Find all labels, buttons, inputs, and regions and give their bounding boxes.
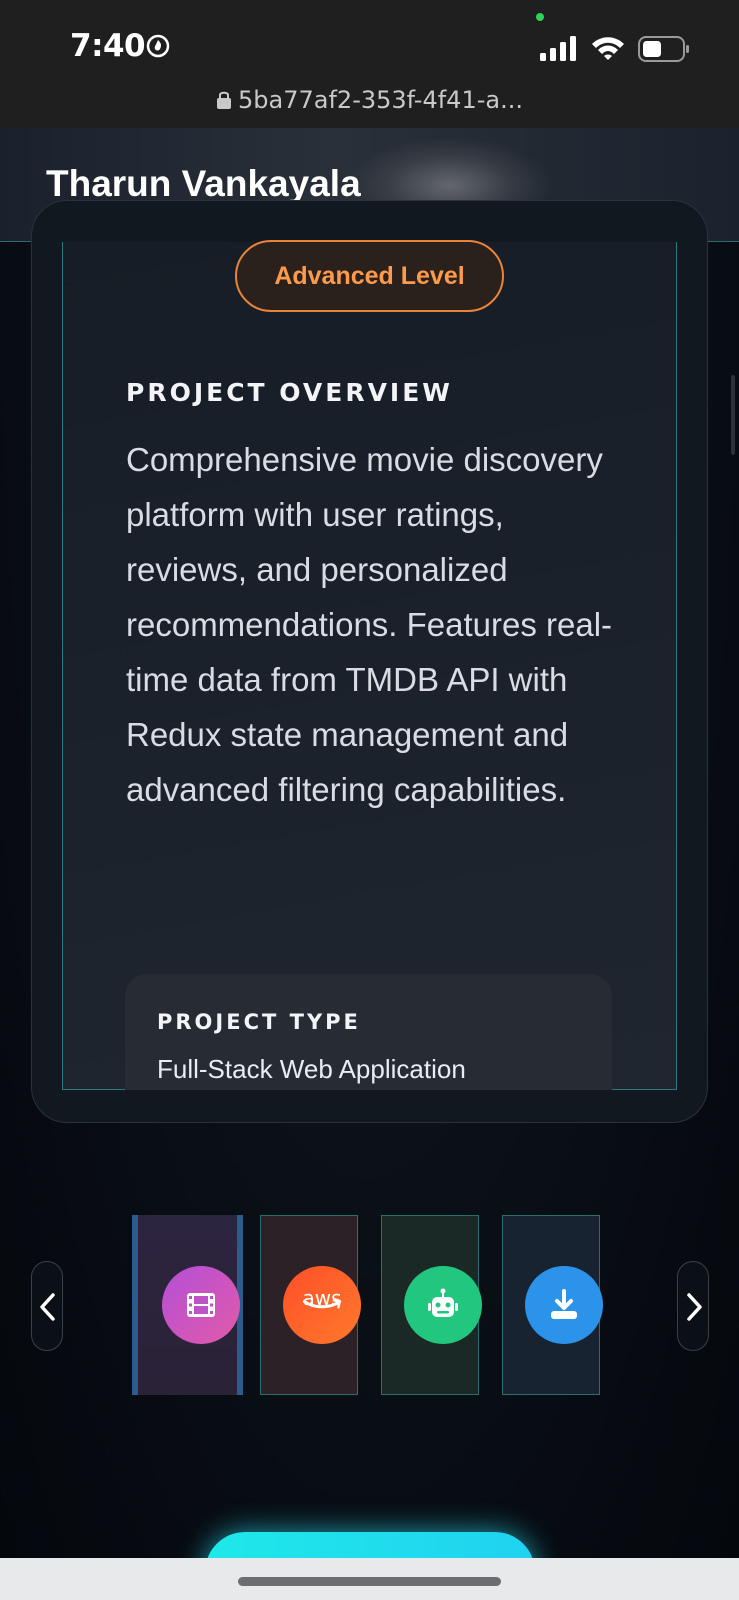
carousel-prev-button[interactable] [31, 1261, 63, 1351]
level-badge: Advanced Level [235, 240, 504, 312]
url-text: 5ba77af2-353f-4f41-a... [238, 86, 523, 114]
carousel-next-button[interactable] [677, 1261, 709, 1351]
thumbnail-aws-project[interactable]: aws [260, 1215, 361, 1395]
thumbnail-download-project[interactable] [502, 1215, 603, 1395]
focus-flame-icon [146, 34, 170, 58]
battery-icon [638, 36, 689, 62]
wifi-icon [592, 37, 624, 60]
thumbnail-movie-project[interactable] [132, 1215, 243, 1395]
thumbnail-ai-project[interactable] [381, 1215, 482, 1395]
home-indicator[interactable] [238, 1577, 501, 1586]
url-bar[interactable]: 5ba77af2-353f-4f41-a... [0, 86, 739, 114]
lock-icon [217, 91, 232, 109]
robot-icon [404, 1266, 482, 1344]
aws-icon: aws [283, 1266, 361, 1344]
page-title[interactable]: Tharun Vankayala [46, 163, 361, 205]
scrollbar[interactable] [731, 375, 735, 455]
project-type-heading: PROJECT TYPE [157, 1010, 361, 1034]
overview-heading: PROJECT OVERVIEW [126, 378, 453, 407]
camera-indicator-dot [536, 13, 544, 21]
download-icon [525, 1266, 603, 1344]
clock: 7:40 [70, 28, 146, 64]
project-type-value: Full-Stack Web Application [157, 1054, 466, 1084]
chevron-left-icon [40, 1293, 55, 1321]
cellular-signal-icon [540, 36, 576, 61]
project-type-box: PROJECT TYPE Full-Stack Web Application [125, 974, 612, 1090]
chevron-right-icon [687, 1293, 702, 1321]
overview-text: Comprehensive movie discovery platform w… [126, 441, 613, 808]
status-bar: 7:40 5ba77af2-353f-4f41-a... [0, 0, 739, 128]
film-icon [162, 1266, 240, 1344]
